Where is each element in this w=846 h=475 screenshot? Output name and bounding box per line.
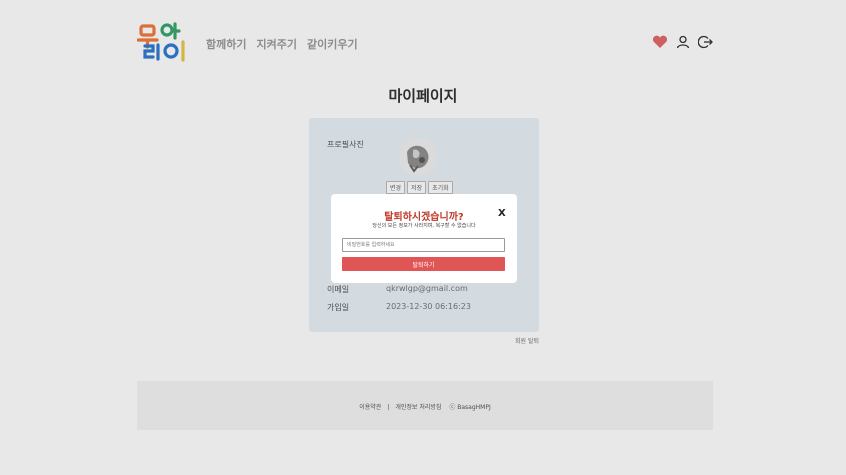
close-button[interactable]: X	[498, 208, 506, 219]
withdraw-modal: 탈퇴하시겠습니까? X 당신의 모든 정보가 사라지며, 복구할 수 없습니다 …	[331, 194, 517, 283]
modal-description: 당신의 모든 정보가 사라지며, 복구할 수 없습니다	[372, 223, 476, 229]
page: 함께하기 지켜주기 같이키우기 마이페이지 프로필사진 변경 저장 초기화 이메…	[0, 0, 846, 475]
confirm-withdraw-button[interactable]: 탈퇴하기	[342, 257, 505, 271]
password-input[interactable]	[342, 238, 505, 252]
modal-title: 탈퇴하시겠습니까?	[384, 212, 464, 223]
